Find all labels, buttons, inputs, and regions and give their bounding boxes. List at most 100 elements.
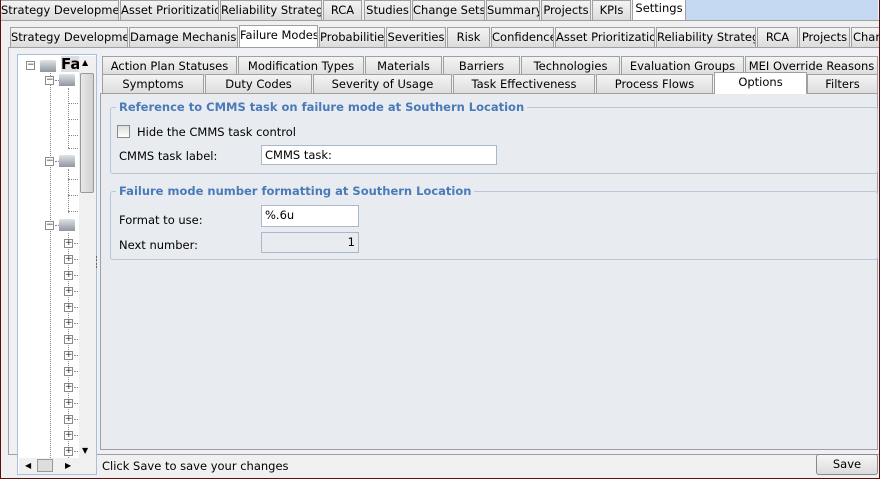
format-label: Format to use: bbox=[119, 213, 203, 227]
tree-root-label[interactable]: Fa bbox=[61, 56, 81, 72]
tab-options[interactable]: Options bbox=[714, 72, 807, 94]
tab-filters[interactable]: Filters bbox=[807, 74, 878, 94]
tab-probabilities[interactable]: Probabilities bbox=[319, 27, 385, 47]
tab-reliability-strategy[interactable]: Reliability Strategy bbox=[656, 27, 756, 47]
save-button[interactable]: Save bbox=[816, 454, 878, 475]
tree-line bbox=[74, 403, 78, 404]
tab-duty-codes[interactable]: Duty Codes bbox=[205, 74, 312, 94]
tree-line bbox=[74, 435, 78, 436]
tab-confidence[interactable]: Confidence bbox=[491, 27, 554, 47]
tab-strategy-development[interactable]: Strategy Development bbox=[0, 0, 119, 20]
expand-icon[interactable]: + bbox=[64, 399, 73, 408]
tree-line bbox=[68, 179, 78, 180]
tree-line bbox=[68, 88, 69, 148]
tab-kpis[interactable]: KPIs bbox=[592, 0, 631, 20]
asset-icon bbox=[40, 60, 56, 72]
tab-asset-prioritization[interactable]: Asset Prioritization bbox=[120, 0, 219, 20]
tab-change-sets[interactable]: Change Sets bbox=[412, 0, 485, 20]
expand-icon[interactable]: + bbox=[64, 287, 73, 296]
hide-cmms-checkbox[interactable] bbox=[117, 125, 130, 138]
tree-line bbox=[74, 355, 78, 356]
tree-line bbox=[74, 323, 78, 324]
tree-line bbox=[68, 233, 69, 458]
asset-icon bbox=[59, 155, 75, 167]
tree-line bbox=[68, 169, 69, 213]
scroll-up-icon[interactable]: ▲ bbox=[82, 58, 88, 67]
expand-icon[interactable]: + bbox=[64, 431, 73, 440]
tab-severities[interactable]: Severities bbox=[386, 27, 446, 47]
tab-action-plan-statuses[interactable]: Action Plan Statuses bbox=[102, 56, 237, 76]
tree-hscrollbar[interactable]: ◀ ▶ bbox=[19, 458, 96, 474]
hscroll-thumb[interactable] bbox=[37, 459, 53, 472]
collapse-icon[interactable]: − bbox=[45, 221, 54, 230]
scroll-right-icon[interactable]: ▶ bbox=[65, 461, 71, 470]
tree-line bbox=[68, 119, 78, 120]
tab-char[interactable]: Char bbox=[851, 27, 880, 47]
tree-line bbox=[68, 211, 78, 212]
tab-modification-types[interactable]: Modification Types bbox=[238, 56, 364, 76]
hide-cmms-label: Hide the CMMS task control bbox=[137, 125, 296, 139]
collapse-icon[interactable]: − bbox=[26, 61, 35, 70]
tab-projects[interactable]: Projects bbox=[541, 0, 591, 20]
tab-summary[interactable]: Summary bbox=[486, 0, 540, 20]
tree-line bbox=[74, 339, 78, 340]
tab-rca[interactable]: RCA bbox=[757, 27, 798, 47]
tab-failure-modes[interactable]: Failure Modes bbox=[239, 25, 318, 47]
tree-line bbox=[74, 371, 78, 372]
tree-line bbox=[74, 291, 78, 292]
expand-icon[interactable]: + bbox=[64, 335, 73, 344]
tab-reliability-strategy[interactable]: Reliability Strategy bbox=[220, 0, 322, 20]
expand-icon[interactable]: + bbox=[64, 351, 73, 360]
tab-process-flows[interactable]: Process Flows bbox=[596, 74, 713, 94]
expand-icon[interactable]: + bbox=[64, 319, 73, 328]
tab-studies[interactable]: Studies bbox=[364, 0, 411, 20]
options-panel: Reference to CMMS task on failure mode a… bbox=[100, 93, 878, 450]
tab-technologies[interactable]: Technologies bbox=[521, 56, 620, 76]
tab-asset-prioritization[interactable]: Asset Prioritization bbox=[555, 27, 655, 47]
tab-task-effectiveness[interactable]: Task Effectiveness bbox=[453, 74, 595, 94]
tree-line bbox=[55, 80, 59, 81]
tab-strategy-development[interactable]: Strategy Development bbox=[10, 27, 128, 47]
expand-icon[interactable]: + bbox=[64, 383, 73, 392]
divider bbox=[0, 20, 880, 21]
tab-materials[interactable]: Materials bbox=[365, 56, 442, 76]
asset-icon bbox=[59, 219, 75, 231]
scroll-down-icon[interactable]: ▼ bbox=[82, 446, 88, 455]
tab-settings[interactable]: Settings bbox=[632, 0, 686, 20]
tree-line bbox=[68, 103, 78, 104]
asset-icon bbox=[59, 74, 75, 86]
tree-line bbox=[74, 243, 78, 244]
tab-barriers[interactable]: Barriers bbox=[443, 56, 520, 76]
expand-icon[interactable]: + bbox=[64, 303, 73, 312]
cmms-task-label-input[interactable]: CMMS task: bbox=[261, 145, 497, 165]
number-group-title: Failure mode number formatting at Southe… bbox=[116, 184, 475, 198]
tree-vscrollbar[interactable]: ▲ ▼ bbox=[79, 56, 96, 459]
collapse-icon[interactable]: − bbox=[45, 76, 54, 85]
expand-icon[interactable]: + bbox=[64, 239, 73, 248]
next-number-label: Next number: bbox=[119, 238, 199, 252]
tab-severity-of-usage[interactable]: Severity of Usage bbox=[313, 74, 452, 94]
tab-damage-mechanisms[interactable]: Damage Mechanisms bbox=[129, 27, 238, 47]
scroll-left-icon[interactable]: ◀ bbox=[25, 461, 31, 470]
status-message: Click Save to save your changes bbox=[102, 459, 289, 473]
tree-line bbox=[68, 135, 78, 136]
failure-mode-tree[interactable]: ▲ ▼ ◀ ▶ Fa − − − − + + + + + + + + + + + + + + bbox=[17, 54, 97, 475]
tree-line bbox=[68, 148, 78, 149]
expand-icon[interactable]: + bbox=[64, 271, 73, 280]
expand-icon[interactable]: + bbox=[64, 255, 73, 264]
expand-icon[interactable]: + bbox=[64, 447, 73, 456]
expand-icon[interactable]: + bbox=[64, 367, 73, 376]
tree-line bbox=[68, 195, 78, 196]
format-input[interactable]: %.6u bbox=[261, 205, 359, 227]
next-number-input: 1 bbox=[261, 232, 359, 253]
tree-line bbox=[55, 161, 59, 162]
tab-projects[interactable]: Projects bbox=[799, 27, 850, 47]
tab-risk[interactable]: Risk bbox=[447, 27, 490, 47]
expand-icon[interactable]: + bbox=[64, 415, 73, 424]
tab-strip-fill bbox=[686, 0, 878, 20]
scroll-thumb[interactable] bbox=[80, 73, 94, 193]
collapse-icon[interactable]: − bbox=[45, 157, 54, 166]
tab-symptoms[interactable]: Symptoms bbox=[102, 74, 204, 94]
tree-line bbox=[50, 73, 51, 458]
tab-rca[interactable]: RCA bbox=[323, 0, 362, 20]
